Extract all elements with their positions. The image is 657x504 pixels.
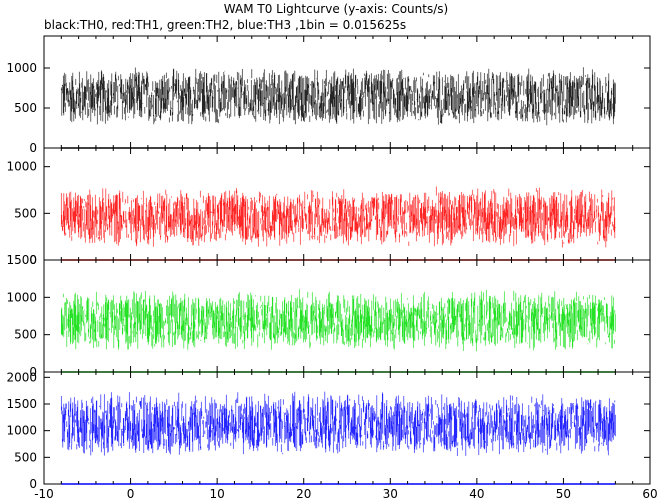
chart-subtitle: black:TH0, red:TH1, green:TH2, blue:TH3 … (44, 18, 406, 32)
lightcurve-plot: WAM T0 Lightcurve (y-axis: Counts/s) bla… (6, 2, 657, 501)
x-tick-label: 10 (210, 487, 225, 501)
x-axis: -10 0 10 20 30 40 50 60 (34, 487, 657, 501)
y-tick-label: 500 (14, 450, 37, 464)
series-th0 (60, 67, 616, 126)
panel-frame (43, 35, 651, 149)
panel-th0: 0 500 1000 (6, 35, 651, 155)
panels-group: 0500100005001000050010001500050010001500… (6, 35, 651, 491)
x-tick-label: 20 (296, 487, 311, 501)
y-tick-label: 1500 (6, 397, 37, 411)
x-tick-label: 40 (469, 487, 484, 501)
x-tick-label: 0 (127, 487, 135, 501)
x-tick-label: 60 (642, 487, 657, 501)
y-tick-label: 2000 (6, 370, 37, 384)
y-tick-label: 1000 (6, 424, 37, 438)
y-tick-label: 1000 (6, 61, 37, 75)
panel-th3: 0500100015002000 (6, 370, 651, 491)
panel-th1: 05001000 (6, 147, 651, 267)
x-tick-label: -10 (34, 487, 54, 501)
chart-title: WAM T0 Lightcurve (y-axis: Counts/s) (224, 2, 448, 16)
x-tick-label: 30 (383, 487, 398, 501)
series-th2 (60, 289, 616, 352)
lightcurve-figure: WAM T0 Lightcurve (y-axis: Counts/s) bla… (0, 0, 657, 504)
x-tick-label: 50 (556, 487, 571, 501)
y-tick-label: 1000 (6, 290, 37, 304)
series-th3 (60, 391, 616, 456)
y-tick-label: 1000 (6, 160, 37, 174)
series-th1 (60, 186, 616, 248)
panel-frame (43, 147, 651, 261)
panel-th2: 050010001500 (6, 253, 651, 379)
y-tick-label: 0 (29, 141, 37, 155)
y-tick-label: 500 (14, 101, 37, 115)
y-tick-label: 1500 (6, 253, 37, 267)
y-tick-label: 500 (14, 328, 37, 342)
y-tick-label: 500 (14, 206, 37, 220)
